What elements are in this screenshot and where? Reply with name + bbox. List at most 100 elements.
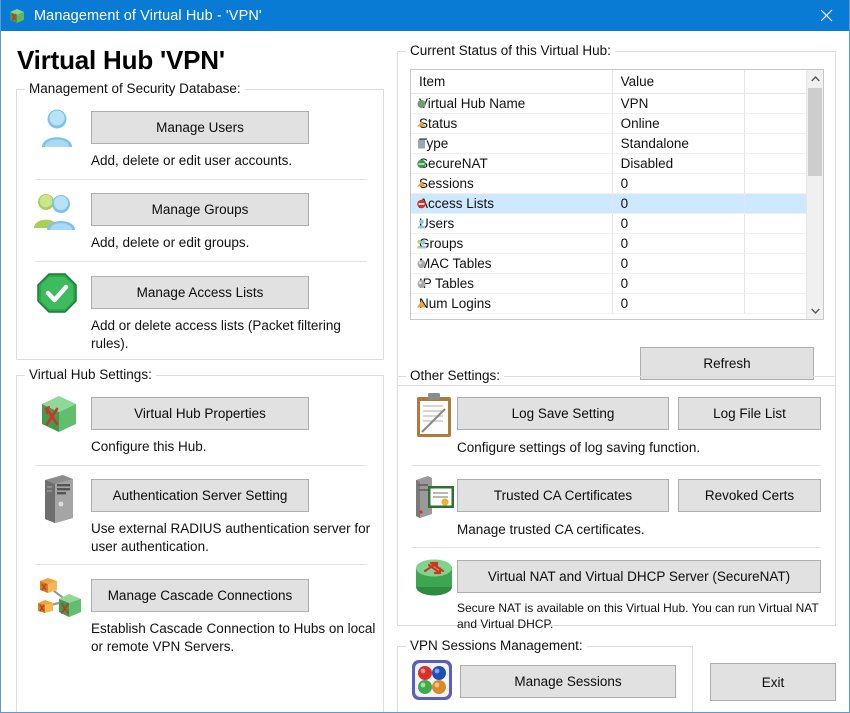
cascade-connection-icon — [35, 574, 85, 622]
scrollbar-thumb[interactable] — [808, 88, 822, 176]
table-row[interactable]: Virtual Hub Name VPN — [411, 93, 823, 114]
hub-dot-icon — [416, 98, 427, 109]
manage-groups-description: Add, delete or edit groups. — [91, 235, 250, 250]
trusted-ca-certificates-button[interactable]: Trusted CA Certificates — [457, 479, 669, 512]
vpn-sessions-legend: VPN Sessions Management: — [406, 638, 587, 653]
table-row[interactable]: Type Standalone — [411, 133, 823, 154]
table-row[interactable]: Users 0 — [411, 213, 823, 234]
certificate-server-icon — [412, 474, 456, 520]
row-value: 0 — [612, 253, 746, 274]
row-item-label: MAC Tables — [419, 255, 492, 271]
manage-access-lists-button[interactable]: Manage Access Lists — [91, 276, 309, 309]
virtual-hub-cube-icon — [37, 392, 81, 436]
row-value: Standalone — [612, 133, 746, 154]
current-status-legend: Current Status of this Virtual Hub: — [406, 43, 615, 58]
row-value: 0 — [612, 213, 746, 234]
groups-icon — [416, 238, 427, 249]
column-header-value[interactable]: Value — [612, 70, 746, 94]
divider — [412, 465, 821, 466]
ip-table-icon — [416, 278, 427, 289]
virtual-hub-settings-legend: Virtual Hub Settings: — [25, 367, 156, 382]
divider — [35, 465, 367, 466]
row-value: Online — [612, 113, 746, 134]
manage-cascade-connections-button[interactable]: Manage Cascade Connections — [91, 579, 309, 612]
user-icon — [35, 106, 79, 150]
divider — [35, 564, 367, 565]
table-row[interactable]: Access Lists 0 — [411, 193, 823, 214]
other-settings-legend: Other Settings: — [406, 368, 505, 383]
row-value: 0 — [612, 233, 746, 254]
type-icon — [416, 138, 427, 149]
session-icon — [416, 178, 427, 189]
row-value: 0 — [612, 193, 746, 214]
securenat-description: Secure NAT is available on this Virtual … — [457, 601, 819, 631]
sessions-spheres-icon — [410, 658, 454, 702]
row-item-label: SecureNAT — [419, 155, 488, 171]
exit-button[interactable]: Exit — [710, 663, 836, 701]
nat-router-icon — [412, 555, 456, 599]
row-value: 0 — [612, 173, 746, 194]
mac-table-icon — [416, 258, 427, 269]
manage-groups-button[interactable]: Manage Groups — [91, 193, 309, 226]
row-item-label: Access Lists — [419, 195, 495, 211]
access-list-icon — [416, 198, 427, 209]
close-icon[interactable] — [803, 0, 849, 31]
user-lock-icon — [416, 218, 427, 229]
num-logins-icon — [416, 298, 427, 309]
log-file-list-button[interactable]: Log File List — [678, 397, 821, 430]
status-up-icon — [416, 118, 427, 129]
manage-users-button[interactable]: Manage Users — [91, 111, 309, 144]
row-value: VPN — [612, 93, 746, 114]
status-table-header-row: Item Value — [411, 70, 823, 94]
status-table: Item Value Virtual Hub Name VPN Status O… — [411, 70, 823, 314]
manage-cascade-connections-description: Establish Cascade Connection to Hubs on … — [91, 621, 376, 654]
virtual-hub-properties-button[interactable]: Virtual Hub Properties — [91, 397, 309, 430]
scroll-down-icon[interactable] — [807, 302, 823, 319]
row-item-label: Num Logins — [419, 295, 492, 311]
row-item-label: IP Tables — [419, 275, 475, 291]
table-row[interactable]: SecureNAT Disabled — [411, 153, 823, 174]
virtual-hub-properties-description: Configure this Hub. — [91, 439, 207, 454]
server-tower-icon — [41, 474, 77, 524]
virtual-hub-settings-group: Virtual Hub Settings: Virtual Hub Proper… — [16, 367, 384, 712]
table-row[interactable]: MAC Tables 0 — [411, 253, 823, 274]
manage-sessions-button[interactable]: Manage Sessions — [460, 665, 676, 698]
manage-users-description: Add, delete or edit user accounts. — [91, 153, 293, 168]
title-bar: Management of Virtual Hub - 'VPN' — [1, 0, 849, 31]
row-item-label: Sessions — [419, 175, 474, 191]
virtual-hub-cube-icon — [8, 7, 26, 25]
status-table-scrollbar[interactable] — [806, 70, 823, 319]
securenat-button[interactable]: Virtual NAT and Virtual DHCP Server (Sec… — [457, 560, 821, 593]
vpn-sessions-group: VPN Sessions Management: Manage Sessions — [397, 638, 693, 712]
log-save-setting-button[interactable]: Log Save Setting — [457, 397, 669, 430]
authentication-server-setting-button[interactable]: Authentication Server Setting — [91, 479, 309, 512]
security-database-legend: Management of Security Database: — [25, 81, 245, 96]
virtual-hub-management-window: Management of Virtual Hub - 'VPN' Virtua… — [0, 0, 850, 713]
other-settings-group: Other Settings: Log Save Setting Log Fil… — [397, 368, 836, 631]
table-row[interactable]: IP Tables 0 — [411, 273, 823, 294]
row-value: Disabled — [612, 153, 746, 174]
table-row[interactable]: Status Online — [411, 113, 823, 134]
group-users-icon — [31, 188, 81, 232]
trusted-ca-description: Manage trusted CA certificates. — [457, 522, 645, 537]
status-table-wrapper: Item Value Virtual Hub Name VPN Status O… — [410, 69, 824, 320]
divider — [412, 547, 821, 548]
clipboard-log-icon — [412, 392, 456, 440]
window-content: Virtual Hub 'VPN' Management of Security… — [1, 31, 849, 712]
row-value: 0 — [612, 273, 746, 294]
row-value: 0 — [612, 293, 746, 314]
revoked-certs-button[interactable]: Revoked Certs — [678, 479, 821, 512]
current-status-group: Current Status of this Virtual Hub: Item… — [397, 43, 836, 386]
divider — [35, 261, 367, 262]
window-title: Management of Virtual Hub - 'VPN' — [34, 7, 262, 24]
scroll-up-icon[interactable] — [807, 70, 823, 87]
table-row[interactable]: Groups 0 — [411, 233, 823, 254]
table-row[interactable]: Num Logins 0 — [411, 293, 823, 314]
securenat-icon — [416, 158, 427, 169]
table-row[interactable]: Sessions 0 — [411, 173, 823, 194]
column-header-item[interactable]: Item — [411, 70, 613, 94]
authentication-server-description: Use external RADIUS authentication serve… — [91, 521, 371, 554]
green-check-icon — [35, 271, 79, 315]
page-title: Virtual Hub 'VPN' — [17, 45, 225, 75]
divider — [35, 179, 367, 180]
